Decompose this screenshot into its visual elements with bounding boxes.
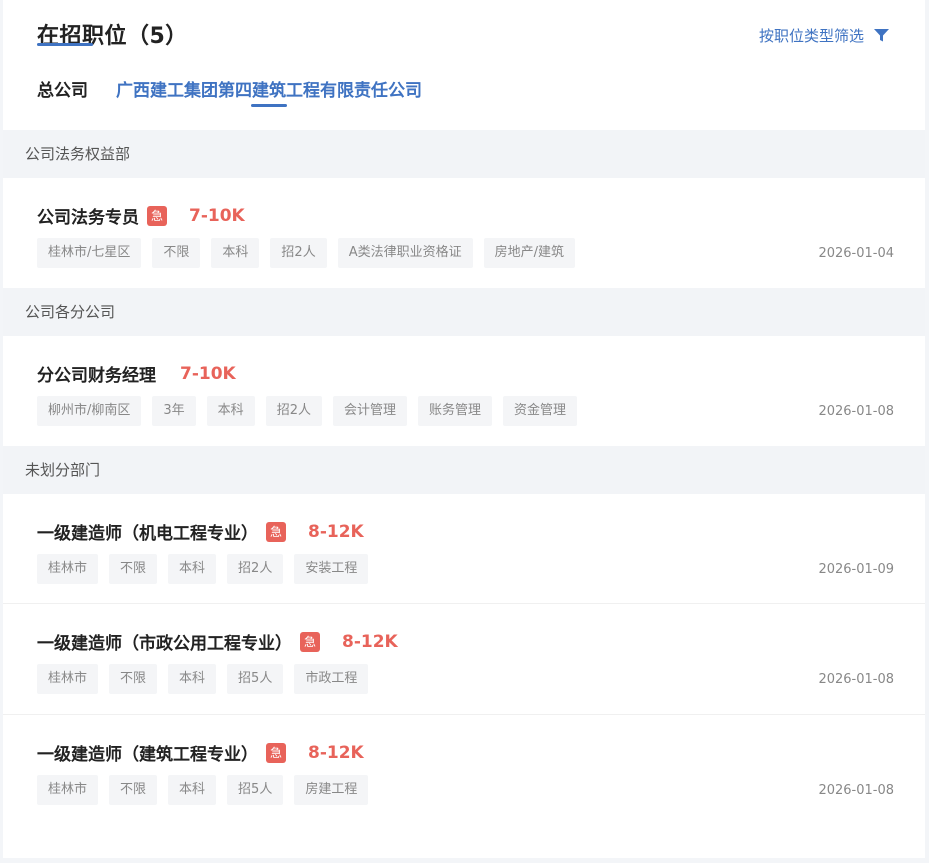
tag-skill: 房建工程 — [294, 775, 369, 805]
section-header: 未划分部门 — [3, 446, 925, 494]
tab-label: 总公司 — [37, 81, 88, 101]
tag-education: 本科 — [206, 396, 255, 426]
tag-location: 桂林市 — [37, 554, 99, 584]
tag-education: 本科 — [168, 554, 217, 584]
active-tab-indicator — [251, 104, 287, 107]
job-title-row: 一级建造师（机电工程专业） 急 8-12K — [37, 494, 891, 544]
job-title: 一级建造师（市政公用工程专业） — [37, 634, 292, 654]
job-title-row: 分公司财务经理 7-10K — [37, 336, 891, 387]
job-tags: 桂林市/七星区 不限 本科 招2人 A类法律职业资格证 房地产/建筑 — [37, 238, 891, 268]
urgent-badge: 急 — [300, 631, 320, 652]
tag-skill: A类法律职业资格证 — [337, 238, 473, 268]
tag-skill: 会计管理 — [332, 396, 407, 426]
tag-education: 本科 — [168, 775, 217, 805]
job-title-row: 公司法务专员 急 7-10K — [37, 178, 891, 228]
filter-by-type-button[interactable]: 按职位类型筛选 — [759, 25, 889, 46]
tag-skill: 房地产/建筑 — [483, 238, 575, 268]
job-card[interactable]: 公司法务专员 急 7-10K 桂林市/七星区 不限 本科 招2人 A类法律职业资… — [3, 178, 925, 288]
urgent-badge: 急 — [147, 205, 167, 226]
job-title: 分公司财务经理 — [37, 366, 156, 386]
tab-label: 广西建工集团第四建筑工程有限责任公司 — [116, 81, 422, 101]
tag-headcount: 招5人 — [227, 664, 284, 694]
tag-headcount: 招2人 — [227, 554, 284, 584]
tag-experience: 3年 — [152, 396, 196, 426]
post-date: 2026-01-08 — [818, 672, 894, 687]
section-header: 公司法务权益部 — [3, 130, 925, 178]
salary: 7-10K — [189, 205, 245, 226]
tag-experience: 不限 — [109, 664, 158, 694]
title-underline — [37, 43, 93, 46]
job-card[interactable]: 分公司财务经理 7-10K 柳州市/柳南区 3年 本科 招2人 会计管理 账务管… — [3, 336, 925, 446]
company-tabs: 总公司 广西建工集团第四建筑工程有限责任公司 — [37, 76, 422, 107]
job-tags: 桂林市 不限 本科 招5人 房建工程 — [37, 775, 891, 805]
tag-skill: 安装工程 — [294, 554, 369, 584]
filter-label: 按职位类型筛选 — [758, 27, 864, 45]
job-title-row: 一级建造师（市政公用工程专业） 急 8-12K — [37, 604, 891, 654]
urgent-badge: 急 — [266, 742, 286, 763]
job-title: 一级建造师（建筑工程专业） — [37, 745, 258, 765]
job-title-row: 一级建造师（建筑工程专业） 急 8-12K — [37, 715, 891, 765]
funnel-icon — [874, 29, 889, 42]
job-card[interactable]: 一级建造师（建筑工程专业） 急 8-12K 桂林市 不限 本科 招5人 房建工程… — [3, 715, 925, 845]
tag-skill: 市政工程 — [294, 664, 369, 694]
salary: 8-12K — [342, 631, 398, 652]
tag-location: 桂林市 — [37, 775, 99, 805]
tag-skill: 资金管理 — [503, 396, 578, 426]
tag-location: 桂林市 — [37, 664, 99, 694]
tag-headcount: 招2人 — [265, 396, 322, 426]
tag-experience: 不限 — [109, 775, 158, 805]
post-date: 2026-01-08 — [818, 783, 894, 798]
job-card[interactable]: 一级建造师（机电工程专业） 急 8-12K 桂林市 不限 本科 招2人 安装工程… — [3, 494, 925, 604]
salary: 8-12K — [308, 521, 364, 542]
salary: 7-10K — [180, 363, 236, 384]
tab-headquarters[interactable]: 总公司 — [37, 76, 88, 101]
job-title: 公司法务专员 — [37, 208, 139, 228]
tag-location: 桂林市/七星区 — [37, 238, 142, 268]
post-date: 2026-01-08 — [818, 404, 894, 419]
header: 在招职位（5） 按职位类型筛选 总公司 广西建工集团第四建筑工程有限责任公司 — [3, 0, 925, 130]
tag-experience: 不限 — [152, 238, 201, 268]
salary: 8-12K — [308, 742, 364, 763]
tag-skill: 账务管理 — [417, 396, 492, 426]
tag-headcount: 招5人 — [227, 775, 284, 805]
job-title: 一级建造师（机电工程专业） — [37, 524, 258, 544]
job-list-panel: 在招职位（5） 按职位类型筛选 总公司 广西建工集团第四建筑工程有限责任公司 公… — [3, 0, 925, 858]
urgent-badge: 急 — [266, 521, 286, 542]
tag-location: 柳州市/柳南区 — [37, 396, 142, 426]
section-header: 公司各分公司 — [3, 288, 925, 336]
tag-education: 本科 — [211, 238, 260, 268]
post-date: 2026-01-09 — [818, 562, 894, 577]
job-tags: 桂林市 不限 本科 招2人 安装工程 — [37, 554, 891, 584]
job-card[interactable]: 一级建造师（市政公用工程专业） 急 8-12K 桂林市 不限 本科 招5人 市政… — [3, 604, 925, 715]
job-tags: 桂林市 不限 本科 招5人 市政工程 — [37, 664, 891, 694]
tag-headcount: 招2人 — [270, 238, 327, 268]
post-date: 2026-01-04 — [818, 246, 894, 261]
tag-education: 本科 — [168, 664, 217, 694]
tag-experience: 不限 — [109, 554, 158, 584]
tab-subsidiary[interactable]: 广西建工集团第四建筑工程有限责任公司 — [116, 76, 422, 107]
job-tags: 柳州市/柳南区 3年 本科 招2人 会计管理 账务管理 资金管理 — [37, 396, 891, 426]
